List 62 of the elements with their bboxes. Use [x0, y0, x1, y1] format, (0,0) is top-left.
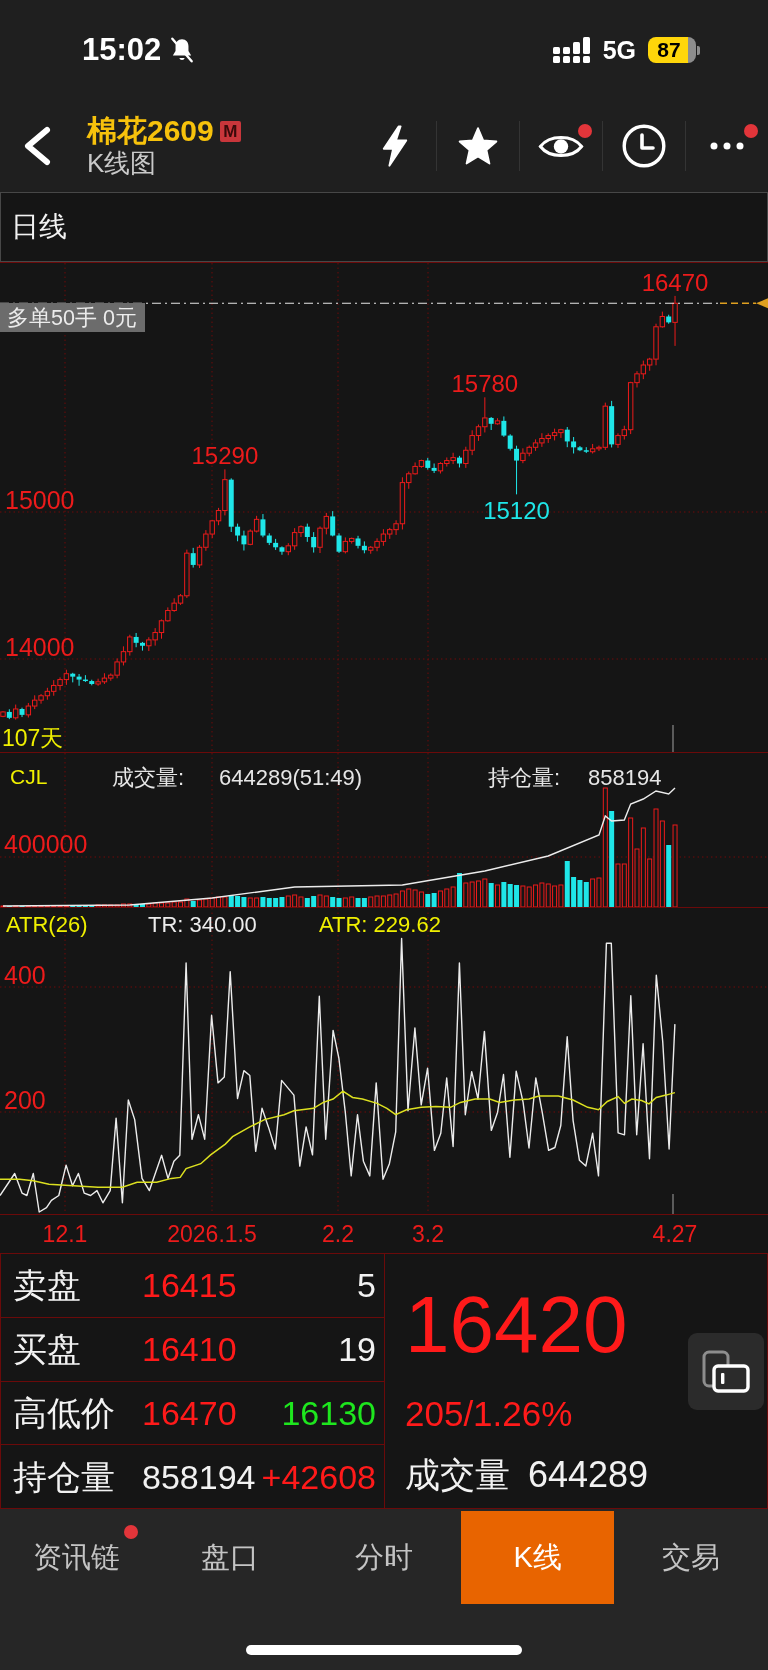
quote-label: 持仓量	[13, 1456, 116, 1497]
muted-bell-icon	[169, 36, 196, 64]
quote-value: +42608	[261, 1456, 376, 1497]
cursor-line	[672, 724, 674, 752]
peak-price-label: 16470	[641, 268, 709, 296]
price-change: 205/1.26%	[405, 1394, 573, 1434]
window-switch-icon	[702, 1349, 750, 1394]
atr-axis-label: 200	[4, 1086, 46, 1114]
open-interest-value: 858194	[588, 765, 662, 790]
period-selector[interactable]: 日线	[0, 192, 768, 262]
more-icon	[710, 142, 744, 150]
date-label: 4.27	[652, 1221, 698, 1247]
lightning-icon	[380, 125, 410, 167]
quote-value: 5	[357, 1265, 376, 1306]
open-interest-label: 持仓量:	[488, 765, 561, 790]
cursor-line	[672, 1193, 674, 1214]
date-label: 2.2	[322, 1221, 354, 1247]
quote-label: 买盘	[13, 1329, 82, 1370]
quote-value: 19	[338, 1329, 376, 1370]
date-label: 2026.1.5	[167, 1221, 257, 1247]
peak-price-label: 15780	[451, 370, 519, 398]
quote-value: 858194	[142, 1456, 256, 1497]
market-badge: M	[219, 120, 241, 142]
day-count-label: 107天	[2, 725, 64, 751]
signal-icon	[552, 37, 590, 63]
quote-value: 16470	[142, 1392, 237, 1433]
volume-label: 成交量:	[112, 765, 185, 790]
atr-value: ATR: 229.62	[319, 912, 441, 937]
peak-price-label: 15120	[483, 497, 550, 525]
volume-value: 644289	[528, 1455, 649, 1495]
date-label: 12.1	[42, 1221, 88, 1247]
last-price: 16420	[405, 1285, 628, 1365]
bottom-tab[interactable]: 资讯链	[0, 1511, 154, 1604]
quote-label: 高低价	[13, 1392, 116, 1433]
atr-axis-label: 400	[4, 961, 46, 989]
bottom-tab[interactable]: 交易	[614, 1511, 768, 1604]
window-switch-button[interactable]	[688, 1333, 764, 1410]
bottom-tab[interactable]: 分时	[307, 1511, 461, 1604]
position-tag: 多单50手 0元	[0, 303, 145, 332]
volume-value: 644289(51:49)	[219, 765, 363, 790]
date-label: 3.2	[412, 1221, 444, 1247]
tr-value: TR: 340.00	[148, 912, 257, 937]
indicator-name: CJL	[10, 765, 48, 788]
quote-label: 卖盘	[13, 1265, 82, 1306]
clock-icon	[622, 124, 666, 168]
instrument-title: 棉花2609	[87, 114, 214, 148]
battery-level: 87	[648, 37, 696, 63]
price-axis-label: 14000	[5, 633, 75, 661]
status-time: 15:02	[82, 32, 162, 68]
price-axis-label: 15000	[5, 486, 75, 514]
star-icon	[457, 126, 499, 166]
quote-value: 16130	[281, 1392, 376, 1433]
quote-value: 16410	[142, 1329, 237, 1370]
chart-subtitle: K线图	[87, 148, 157, 178]
quote-value: 16415	[142, 1265, 237, 1306]
network-label: 5G	[602, 35, 636, 65]
peak-price-label: 15290	[191, 442, 259, 470]
bottom-tab[interactable]: 盘口	[153, 1511, 308, 1604]
indicator-name: ATR(26)	[6, 912, 88, 937]
volume-label: 成交量	[405, 1455, 510, 1495]
volume-axis-label: 400000	[4, 830, 88, 858]
price-pointer-icon	[756, 298, 768, 309]
